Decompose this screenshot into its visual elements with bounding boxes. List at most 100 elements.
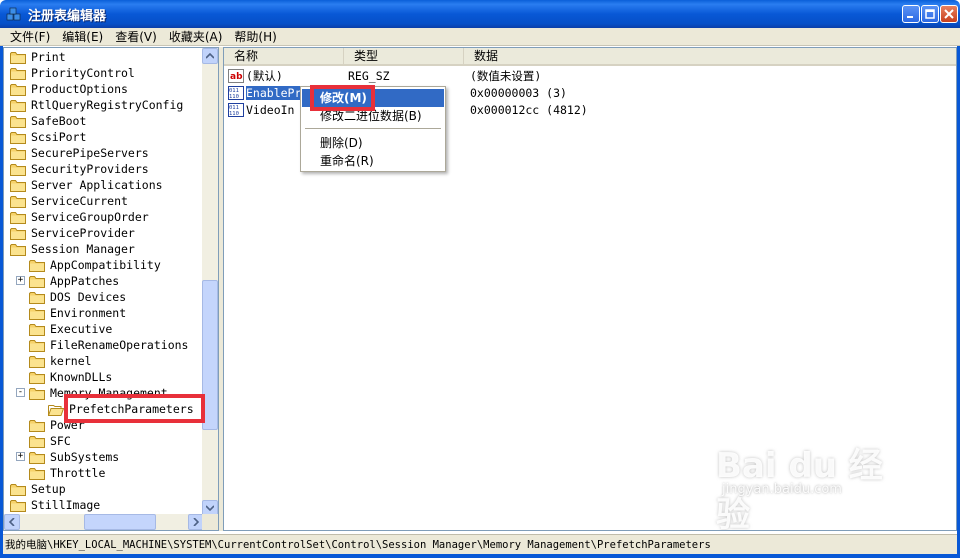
context-delete[interactable]: 删除(D) (302, 134, 444, 152)
value-data: 0x00000003 (3) (470, 85, 567, 100)
tree-item[interactable]: SafeBoot (10, 113, 87, 129)
svg-text:110: 110 (229, 94, 239, 100)
folder-icon (29, 259, 45, 272)
title-bar[interactable]: 注册表编辑器 (0, 0, 960, 28)
svg-text:110: 110 (229, 111, 239, 117)
tree-item[interactable]: kernel (29, 353, 93, 369)
column-header-data[interactable]: 数据 (464, 48, 956, 66)
folder-icon (10, 179, 26, 192)
tree-item-label: ScsiPort (31, 130, 87, 144)
tree-horizontal-scrollbar[interactable] (4, 514, 204, 530)
folder-icon (10, 499, 26, 512)
chevron-right-icon (193, 518, 199, 526)
tree-item[interactable]: AppCompatibility (29, 257, 162, 273)
folder-icon (29, 467, 45, 480)
maximize-button[interactable] (921, 5, 939, 23)
folder-icon (10, 483, 26, 496)
tree-view: Print PriorityControl ProductOptions RtlQue… (4, 48, 204, 516)
ab-string-icon: ab (228, 68, 244, 83)
column-header-type[interactable]: 类型 (344, 48, 464, 66)
tree-item[interactable]: Environment (29, 305, 127, 321)
close-button[interactable] (940, 5, 958, 23)
tree-item[interactable]: KnownDLLs (29, 369, 113, 385)
tree-item[interactable]: PriorityControl (10, 65, 136, 81)
tree-item-label: DOS Devices (50, 290, 127, 304)
tree-item[interactable]: SecurityProviders (10, 161, 150, 177)
tree-item[interactable]: ServiceProvider (10, 225, 136, 241)
tree-item[interactable]: ScsiPort (10, 129, 87, 145)
folder-icon (10, 243, 26, 256)
tree-item[interactable]: Throttle (29, 465, 106, 481)
tree-item-label: AppCompatibility (50, 258, 161, 272)
tree-item[interactable]: + AppPatches (16, 273, 120, 289)
menu-help[interactable]: 帮助(H) (228, 29, 282, 45)
registry-editor-icon (6, 7, 21, 21)
tree-item[interactable]: + SubSystems (16, 449, 120, 465)
context-separator (305, 128, 441, 129)
tree-item[interactable]: Executive (29, 321, 113, 337)
tree-vertical-scrollbar[interactable] (202, 48, 218, 516)
tree-item[interactable]: Session Manager (10, 241, 136, 257)
tree-item-label: ServiceProvider (31, 226, 135, 240)
maximize-icon (925, 9, 935, 19)
folder-icon (29, 307, 45, 320)
folder-icon (10, 211, 26, 224)
context-rename[interactable]: 重命名(R) (302, 152, 444, 170)
folder-icon (10, 163, 26, 176)
tree-item[interactable]: RtlQueryRegistryConfig (10, 97, 184, 113)
tree-item[interactable]: StillImage (10, 497, 101, 513)
folder-icon (10, 195, 26, 208)
tree-item-label: ServiceCurrent (31, 194, 128, 208)
minimize-button[interactable] (902, 5, 920, 23)
value-row[interactable]: ab (默认) REG_SZ (数值未设置) (228, 67, 541, 84)
menu-file[interactable]: 文件(F) (4, 29, 56, 45)
highlight-prefetch-box (64, 394, 205, 423)
tree-item[interactable]: Server Applications (10, 177, 164, 193)
menu-edit[interactable]: 编辑(E) (56, 29, 109, 45)
scroll-left-button[interactable] (4, 514, 20, 530)
window-title: 注册表编辑器 (28, 9, 107, 24)
tree-item[interactable]: ServiceGroupOrder (10, 209, 150, 225)
folder-icon (10, 227, 26, 240)
hscroll-thumb[interactable] (84, 514, 156, 530)
chevron-down-icon (206, 505, 214, 511)
tree-item[interactable]: ProductOptions (10, 81, 129, 97)
expand-icon[interactable]: + (16, 452, 25, 461)
folder-icon (10, 51, 26, 64)
folder-icon (10, 131, 26, 144)
folder-icon (10, 115, 26, 128)
value-name: (默认) (246, 68, 283, 83)
folder-icon (29, 371, 45, 384)
tree-item-label: Executive (50, 322, 113, 336)
tree-item-label: SafeBoot (31, 114, 87, 128)
tree-item[interactable]: SecurePipeServers (10, 145, 150, 161)
binary-dword-icon: 011 110 (228, 85, 244, 100)
baidu-jingyan-watermark: Bai du 经验 jingyan.baidu.com (716, 438, 916, 530)
column-header-name[interactable]: 名称 (224, 48, 344, 66)
value-data: (数值未设置) (470, 68, 542, 83)
tree-item[interactable]: SFC (29, 433, 72, 449)
tree-item[interactable]: Setup (10, 481, 67, 497)
folder-icon (29, 435, 45, 448)
chevron-left-icon (9, 518, 15, 526)
tree-item-label: SecurePipeServers (31, 146, 149, 160)
tree-item-label: RtlQueryRegistryConfig (31, 98, 184, 112)
tree-item[interactable]: DOS Devices (29, 289, 127, 305)
collapse-icon[interactable]: - (16, 388, 25, 397)
folder-icon (29, 275, 45, 288)
list-header: 名称 类型 数据 (224, 48, 956, 66)
scroll-up-button[interactable] (202, 48, 218, 64)
tree-item[interactable]: ServiceCurrent (10, 193, 129, 209)
expand-icon[interactable]: + (16, 276, 25, 285)
menu-view[interactable]: 查看(V) (109, 29, 163, 45)
tree-item[interactable]: FileRenameOperations (29, 337, 189, 353)
tree-item[interactable]: Print (10, 49, 67, 65)
tree-item-label: Print (31, 50, 66, 64)
tree-item-label: Setup (31, 482, 66, 496)
open-folder-icon (48, 403, 64, 416)
menu-favorites[interactable]: 收藏夹(A) (163, 29, 229, 45)
registry-tree-pane[interactable]: Print PriorityControl ProductOptions RtlQue… (3, 47, 219, 531)
folder-icon (29, 451, 45, 464)
tree-item-label: Environment (50, 306, 127, 320)
tree-item-label: SFC (50, 434, 71, 448)
